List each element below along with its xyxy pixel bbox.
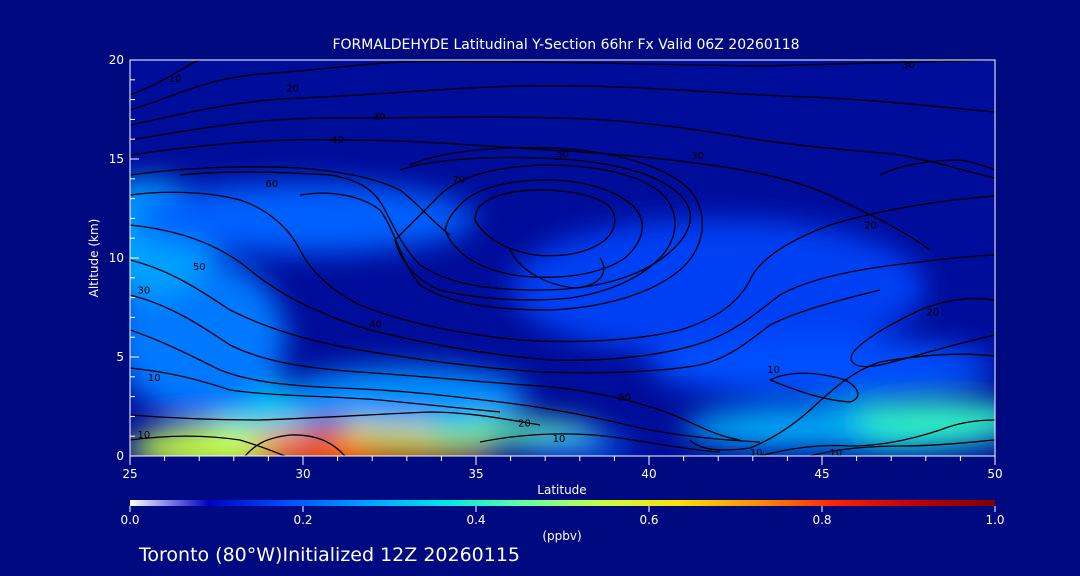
contour-label: 20 bbox=[518, 418, 531, 429]
contour-label: 60 bbox=[265, 179, 278, 190]
x-tick-label: 50 bbox=[987, 467, 1002, 481]
cross-section-figure: FORMALDEHYDE Latitudinal Y-Section 66hr … bbox=[87, 37, 1005, 566]
x-tick-label: 30 bbox=[295, 467, 310, 481]
heat-blob bbox=[527, 436, 632, 456]
colorbar-tick-label: 0.6 bbox=[639, 513, 658, 527]
y-tick-label: 15 bbox=[109, 152, 124, 166]
colorbar-tick-label: 0.8 bbox=[812, 513, 831, 527]
chart-title: FORMALDEHYDE Latitudinal Y-Section 66hr … bbox=[332, 37, 799, 53]
y-tick-label: 5 bbox=[116, 350, 124, 364]
contour-label: 20 bbox=[926, 307, 939, 318]
contour-label: 50 bbox=[556, 149, 569, 160]
contour-label: 30 bbox=[137, 286, 150, 297]
colorbar-tick-label: 1.0 bbox=[985, 513, 1004, 527]
y-tick-label: 20 bbox=[109, 53, 124, 67]
contour-label: 70 bbox=[452, 175, 465, 186]
colorbar-gradient bbox=[130, 500, 995, 506]
contour-label: 40 bbox=[331, 135, 344, 146]
colorbar-unit: (ppbv) bbox=[542, 529, 581, 543]
contour-label: 10 bbox=[553, 434, 566, 445]
contour-label: 20 bbox=[864, 220, 877, 231]
colorbar-ticks: 0.0 0.2 0.4 0.6 0.8 1.0 bbox=[120, 506, 1005, 527]
colorbar: 0.0 0.2 0.4 0.6 0.8 1.0 (ppbv) bbox=[120, 500, 1005, 543]
contour-label: 10 bbox=[137, 430, 150, 441]
contour-label: 10 bbox=[829, 448, 842, 459]
x-tick-label: 25 bbox=[122, 467, 137, 481]
colorbar-tick-label: 0.0 bbox=[120, 513, 139, 527]
x-tick-label: 40 bbox=[641, 467, 656, 481]
contour-label: 30 bbox=[373, 111, 386, 122]
contour-label: 20 bbox=[286, 84, 299, 95]
heat-blob bbox=[130, 182, 476, 255]
contour-label: 30 bbox=[691, 151, 704, 162]
contour-label: 50 bbox=[618, 393, 631, 404]
contour-label: 10 bbox=[169, 74, 182, 85]
contour-label: 30 bbox=[902, 60, 915, 71]
plot-area: 102030405030302060 7050304050101020102010… bbox=[109, 53, 1003, 481]
y-tick-label: 10 bbox=[109, 251, 124, 265]
location-init-label: Toronto (80°W)Initialized 12Z 20260115 bbox=[138, 544, 520, 566]
contour-label: 50 bbox=[193, 262, 206, 273]
contour-label: 10 bbox=[148, 373, 161, 384]
heat-blob bbox=[856, 400, 995, 441]
y-axis-label: Altitude (km) bbox=[87, 219, 101, 298]
heat-blob bbox=[649, 337, 995, 397]
contour-label: 40 bbox=[369, 319, 382, 330]
colorbar-tick-label: 0.4 bbox=[466, 513, 485, 527]
y-tick-label: 0 bbox=[116, 449, 124, 463]
x-tick-label: 35 bbox=[468, 467, 483, 481]
x-tick-label: 45 bbox=[814, 467, 829, 481]
contour-label: 10 bbox=[750, 448, 763, 459]
colorbar-tick-label: 0.2 bbox=[293, 513, 312, 527]
x-axis-label: Latitude bbox=[537, 483, 586, 497]
contour-label: 10 bbox=[767, 365, 780, 376]
